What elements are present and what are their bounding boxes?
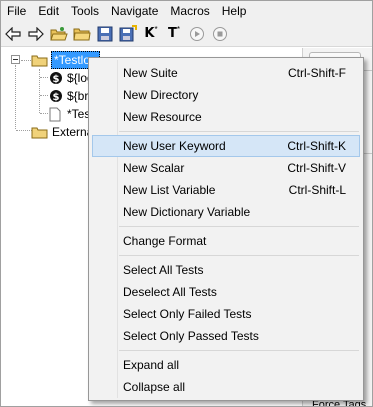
open-folder-icon[interactable] — [49, 24, 69, 44]
menu-item-collapse-all[interactable]: Collapse all — [92, 376, 360, 398]
context-menu: New Suite Ctrl-Shift-F New Directory New… — [88, 57, 364, 401]
menu-item-new-user-keyword[interactable]: New User Keyword Ctrl-Shift-K — [92, 135, 360, 157]
menu-item-select-failed-tests[interactable]: Select Only Failed Tests — [92, 303, 360, 325]
menu-edit[interactable]: Edit — [32, 1, 65, 21]
menu-help[interactable]: Help — [216, 1, 253, 21]
svg-text:$: $ — [53, 74, 60, 85]
run-icon[interactable] — [187, 24, 207, 44]
variable-icon: $ — [50, 72, 62, 85]
menu-item-new-directory[interactable]: New Directory — [92, 84, 360, 106]
toolbar: K * T * — [1, 21, 372, 47]
menu-item-deselect-all-tests[interactable]: Deselect All Tests — [92, 281, 360, 303]
new-test-icon[interactable]: T * — [164, 24, 184, 44]
test-letter: T — [168, 26, 177, 41]
menu-tools[interactable]: Tools — [65, 1, 105, 21]
menu-item-select-passed-tests[interactable]: Select Only Passed Tests — [92, 325, 360, 347]
tree-item-variable-2[interactable]: $ ${br — [49, 87, 88, 105]
svg-text:$: $ — [53, 92, 60, 103]
new-keyword-icon[interactable]: K * — [141, 24, 161, 44]
menu-item-new-dictionary-variable[interactable]: New Dictionary Variable — [92, 201, 360, 223]
menu-item-expand-all[interactable]: Expand all — [92, 354, 360, 376]
tree-item-variable-1[interactable]: $ ${log — [49, 69, 94, 87]
folder-icon — [31, 55, 48, 67]
menu-item-new-scalar[interactable]: New Scalar Ctrl-Shift-V — [92, 157, 360, 179]
menu-macros[interactable]: Macros — [164, 1, 215, 21]
back-arrow-icon[interactable] — [3, 24, 23, 44]
save-icon[interactable] — [95, 24, 115, 44]
file-icon — [49, 107, 61, 121]
menu-file[interactable]: File — [1, 1, 32, 21]
menu-navigate[interactable]: Navigate — [105, 1, 164, 21]
tree-external-resources[interactable]: Externa — [31, 123, 93, 141]
open-directory-icon[interactable] — [72, 24, 92, 44]
folder-icon — [31, 127, 48, 139]
collapse-icon[interactable] — [11, 55, 20, 64]
tree-item-label: *Tes — [67, 107, 91, 121]
menu-bar: File Edit Tools Navigate Macros Help — [1, 1, 372, 21]
menu-item-select-all-tests[interactable]: Select All Tests — [92, 259, 360, 281]
save-all-icon[interactable] — [118, 24, 138, 44]
menu-item-new-resource[interactable]: New Resource — [92, 106, 360, 128]
forward-arrow-icon[interactable] — [26, 24, 46, 44]
stop-icon[interactable] — [210, 24, 230, 44]
menu-item-new-list-variable[interactable]: New List Variable Ctrl-Shift-L — [92, 179, 360, 201]
menu-item-new-suite[interactable]: New Suite Ctrl-Shift-F — [92, 62, 360, 84]
menu-item-change-format[interactable]: Change Format — [92, 230, 360, 252]
keyword-letter: K — [144, 26, 155, 41]
tree-item-label: ${br — [67, 89, 89, 103]
variable-icon: $ — [50, 90, 62, 103]
tree-item-test-file[interactable]: *Tes — [49, 105, 90, 123]
